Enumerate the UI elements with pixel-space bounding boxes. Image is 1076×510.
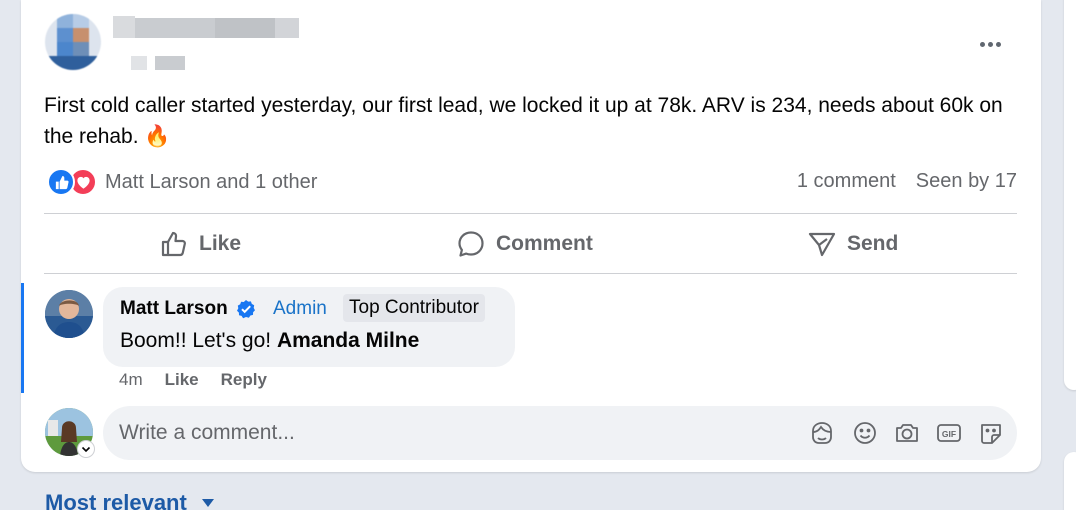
comment-meta: 4m Like Reply	[119, 370, 267, 390]
comment-button[interactable]: Comment	[456, 226, 593, 262]
send-button-label: Send	[847, 232, 899, 255]
comment-author[interactable]: Matt Larson	[120, 298, 228, 320]
smiley-icon	[854, 422, 876, 444]
comment-count-link[interactable]: 1 comment	[797, 170, 896, 193]
speech-bubble-icon	[458, 231, 484, 257]
adjacent-card-bottom	[1064, 452, 1076, 510]
like-reaction-icon	[47, 168, 75, 196]
like-button-label: Like	[199, 232, 242, 255]
avatar-sticker-icon	[812, 422, 832, 444]
thread-indicator	[21, 283, 24, 393]
divider	[44, 273, 1017, 274]
author-avatar-blurred[interactable]	[45, 14, 101, 70]
dot-icon	[995, 41, 1001, 47]
divider	[44, 213, 1017, 214]
sticker-icon	[981, 424, 1001, 444]
dot-icon	[979, 41, 985, 47]
photo-button[interactable]	[893, 419, 921, 447]
comment-composer: GIF	[103, 406, 1017, 460]
reaction-names: Matt Larson and 1 other	[105, 170, 318, 193]
top-contributor-badge: Top Contributor	[343, 294, 485, 322]
avatar-sticker-button[interactable]	[808, 419, 836, 447]
comment-timestamp[interactable]: 4m	[119, 370, 143, 390]
chevron-down-icon	[81, 446, 91, 453]
adjacent-card-top	[1064, 0, 1076, 390]
comment-mention[interactable]: Amanda Milne	[277, 329, 419, 352]
send-icon	[808, 232, 836, 257]
reactions-summary[interactable]: Matt Larson and 1 other	[47, 168, 317, 196]
account-switch-button[interactable]	[77, 440, 95, 458]
gif-icon: GIF	[937, 424, 961, 442]
emoji-button[interactable]	[851, 419, 879, 447]
caret-down-icon	[201, 499, 214, 507]
commenter-avatar[interactable]	[45, 290, 93, 338]
camera-icon	[896, 424, 918, 442]
sticker-button[interactable]	[977, 419, 1005, 447]
admin-label: Admin	[273, 298, 327, 319]
comment-like-button[interactable]: Like	[165, 370, 199, 390]
thumbs-up-icon	[161, 231, 186, 257]
post-text: First cold caller started yesterday, our…	[44, 94, 1003, 148]
verified-badge-icon	[237, 300, 255, 319]
post-stats: 1 comment Seen by 17	[797, 170, 1017, 193]
like-button[interactable]: Like	[159, 226, 241, 262]
svg-text:GIF: GIF	[942, 429, 956, 439]
dot-icon	[987, 41, 993, 47]
comment-button-label: Comment	[496, 232, 593, 255]
post-card: First cold caller started yesterday, our…	[21, 0, 1041, 472]
comment-text: Boom!! Let's go! Amanda Milne	[120, 329, 419, 353]
sort-label: Most relevant	[45, 490, 187, 510]
seen-by-link[interactable]: Seen by 17	[916, 170, 1017, 193]
comment-text-body: Boom!! Let's go!	[120, 329, 272, 352]
sort-comments-dropdown[interactable]: Most relevant	[45, 490, 215, 510]
more-options-button[interactable]	[971, 30, 1009, 58]
comment-input[interactable]	[119, 406, 779, 460]
send-button[interactable]: Send	[807, 226, 898, 262]
gif-button[interactable]: GIF	[935, 419, 963, 447]
comment-bubble: Matt Larson Admin Top Contributor Boom!!…	[103, 287, 515, 367]
comment-reply-button[interactable]: Reply	[221, 370, 267, 390]
